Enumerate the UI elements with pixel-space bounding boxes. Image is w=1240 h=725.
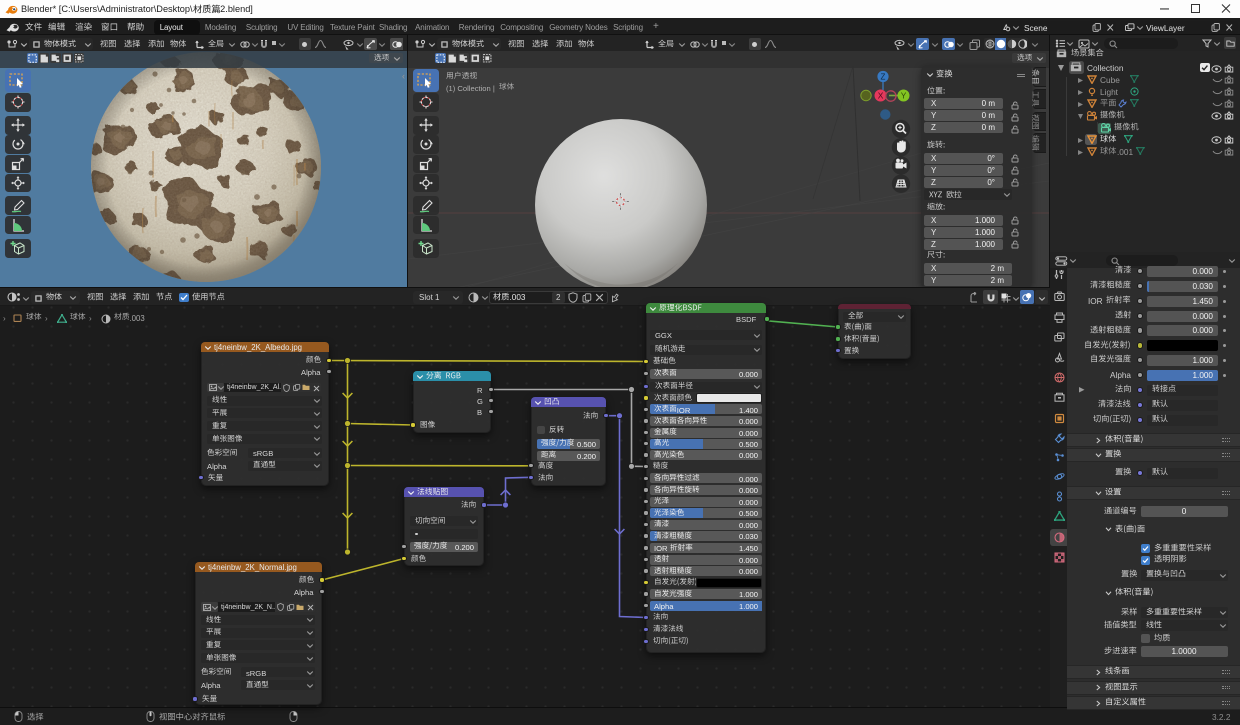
svg-text:Z: Z (881, 73, 886, 82)
svg-text:Y: Y (901, 91, 907, 101)
svg-text:X: X (878, 91, 884, 101)
